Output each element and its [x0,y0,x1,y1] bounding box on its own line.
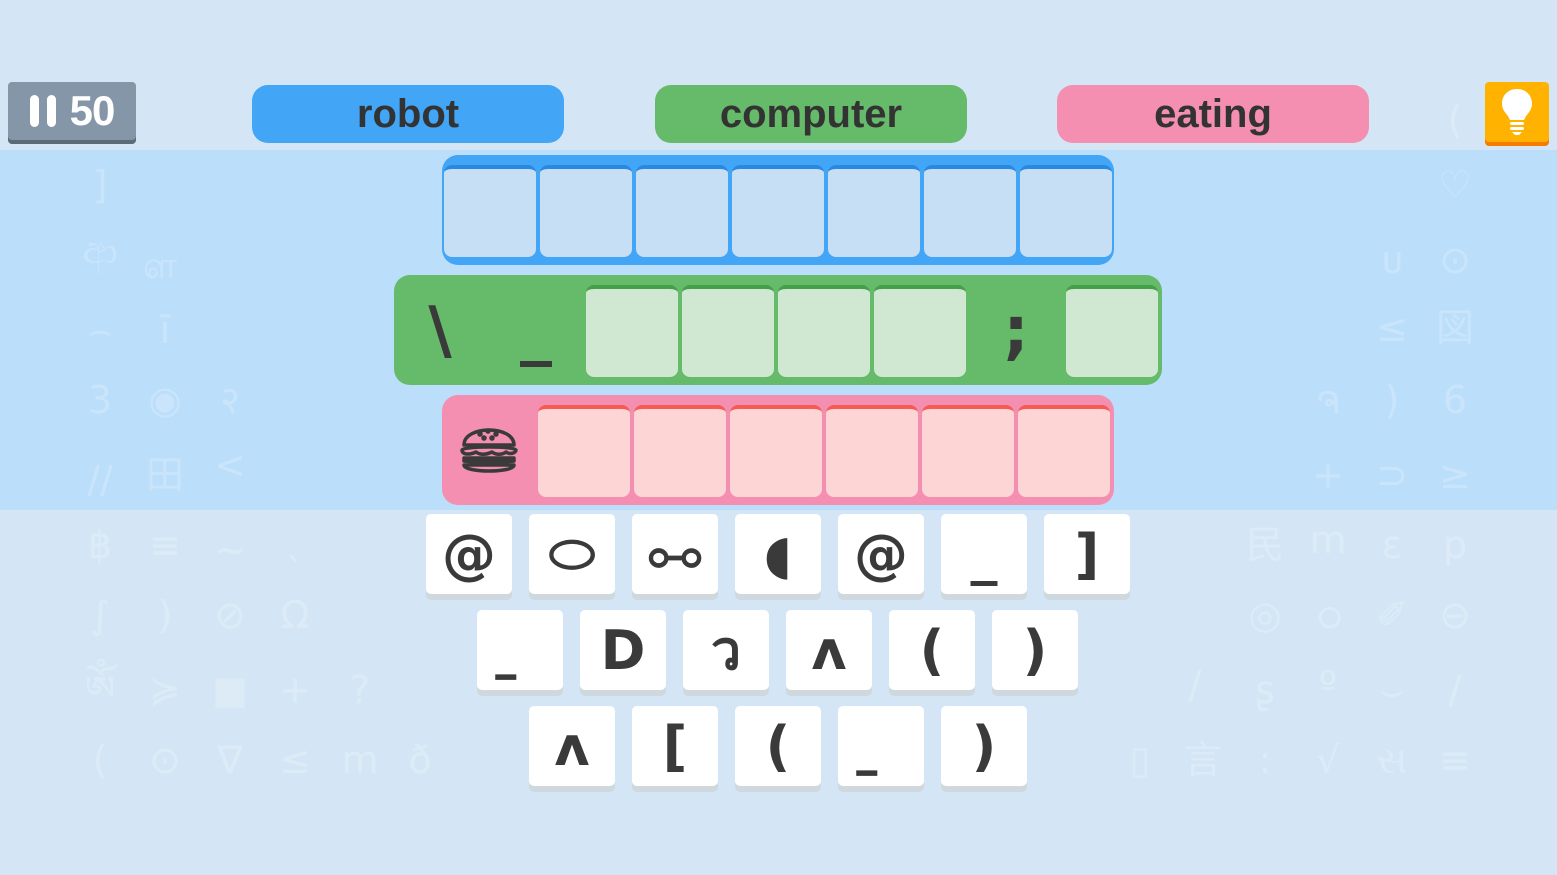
letter-tile[interactable]: ʌ [529,706,615,786]
background-glyph-left: ≽ [149,668,181,712]
letter-tile[interactable]: ⧟ [632,514,718,594]
background-glyph-right: ◎ [1248,593,1282,637]
answer-slot[interactable] [682,285,774,377]
letter-tile[interactable]: @ [426,514,512,594]
given-character: _ [520,294,552,368]
answer-slot[interactable] [540,165,632,257]
answer-slot[interactable] [634,405,726,497]
background-glyph-right: / [1188,663,1202,707]
letter-tile[interactable]: ॒ [477,610,563,690]
letter-tile[interactable]: D [580,610,666,690]
answer-row-eating [442,395,1114,505]
background-glyph-right: 言 [1183,738,1223,782]
answer-row-robot [442,155,1114,265]
background-glyph-left: ∫ [90,593,110,637]
background-glyph-left: ≡ [149,523,181,567]
background-glyph-left: ⊙ [149,738,181,782]
background-glyph-right: ʂ [1255,668,1275,712]
answer-slot[interactable] [732,165,824,257]
background-glyph-right: ▯ [1129,738,1151,782]
lightbulb-icon [1502,89,1532,135]
background-glyph-left: ? [349,668,371,712]
background-glyph-right: º [1319,663,1337,707]
background-glyph-right: ഠ [1315,593,1341,637]
category-robot: robot [252,85,564,143]
category-label: eating [1154,91,1272,136]
letter-tile[interactable]: ʌ [786,610,872,690]
hint-button[interactable] [1485,82,1549,142]
background-glyph-right: ⌣ [1379,668,1405,712]
letter-tile[interactable]: ) [941,706,1027,786]
background-glyph-right: ( [1447,98,1463,142]
background-glyph-left: ∇ [217,738,243,782]
answer-slot[interactable] [1018,405,1110,497]
timer-value: 50 [69,87,116,134]
answer-row-computer: \ _; [394,275,1162,385]
given-character: \ [428,294,452,368]
answer-slot[interactable] [538,405,630,497]
background-glyph-right: : [1258,738,1272,782]
background-glyph-right: સ [1376,738,1408,782]
background-glyph-left: ) [157,593,173,637]
letter-tile[interactable]: ( [735,706,821,786]
letter-tile[interactable]: ] [1044,514,1130,594]
letter-tile[interactable]: ◖ [735,514,821,594]
answer-slot[interactable] [924,165,1016,257]
answer-slot[interactable] [1066,285,1158,377]
background-glyph-right: m [1309,518,1347,562]
answer-slot[interactable] [826,405,918,497]
background-glyph-right: ε [1381,523,1403,567]
answer-slot[interactable] [828,165,920,257]
pause-timer-button[interactable]: 50 [8,82,136,140]
letter-tile[interactable]: ॒ [838,706,924,786]
background-glyph-right: √ [1315,738,1341,782]
background-glyph-left: ⊘ [214,593,246,637]
given-character: ; [1003,294,1029,368]
letter-tile[interactable]: ⬭ [529,514,615,594]
category-eating: eating [1057,85,1369,143]
answer-slot[interactable] [1020,165,1112,257]
category-label: robot [356,91,460,136]
background-glyph-left: m [341,738,379,782]
background-glyph-left: ■ [212,668,248,712]
answer-slot[interactable] [874,285,966,377]
background-glyph-left: ( [92,738,108,782]
letter-tile[interactable]: [ [632,706,718,786]
background-glyph-right: ⺠ [1245,523,1285,567]
pause-icon [29,95,56,127]
answer-slot[interactable] [586,285,678,377]
background-glyph-left: ð [408,738,432,782]
letter-tile[interactable]: ( [889,610,975,690]
answer-slot[interactable] [778,285,870,377]
background-glyph-left: ༀ [84,668,116,712]
answer-slot[interactable] [636,165,728,257]
letter-tile[interactable]: _ [941,514,1027,594]
background-glyph-right: ⊖ [1439,593,1471,637]
background-glyph-left: ฿ [87,523,113,567]
letter-tile[interactable]: ) [992,610,1078,690]
answer-slot[interactable] [730,405,822,497]
answer-slot[interactable] [922,405,1014,497]
background-glyph-left: ≤ [279,738,311,782]
background-glyph-left: Ω [280,593,310,637]
background-glyph-right: p [1442,523,1468,567]
letter-tile[interactable]: @ [838,514,924,594]
background-glyph-left: ˎ [285,518,305,562]
background-glyph-right: ≡ [1439,738,1471,782]
answer-slot[interactable] [444,165,536,257]
background-glyph-left: + [279,668,311,712]
background-glyph-right: / [1448,668,1462,712]
letter-tile[interactable]: ว [683,610,769,690]
category-computer: computer [655,85,967,143]
background-glyph-right: ✐ [1376,593,1408,637]
burger-icon [456,411,522,477]
background-glyph-left: ~ [214,528,246,572]
category-label: computer [719,91,903,136]
